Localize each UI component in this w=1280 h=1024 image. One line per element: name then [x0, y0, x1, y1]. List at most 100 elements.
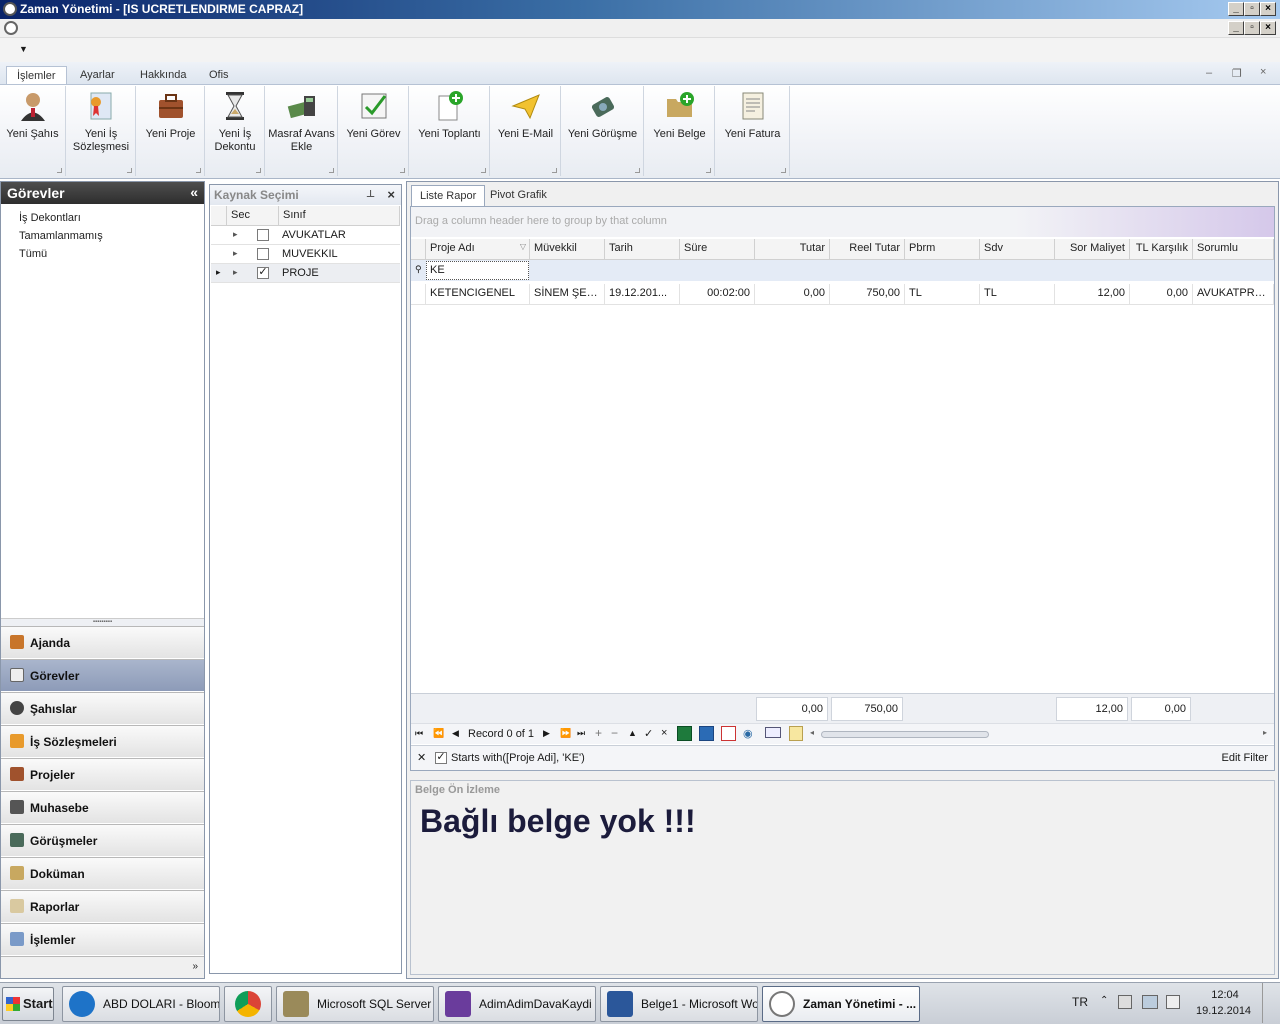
volume-muted-icon[interactable] — [1166, 995, 1180, 1009]
first-record-icon[interactable]: ⏮ — [415, 728, 423, 739]
nav-ajanda[interactable]: Ajanda — [1, 626, 204, 658]
nav-raporlar[interactable]: Raporlar — [1, 890, 204, 922]
kaynak-row[interactable]: ▸ AVUKATLAR — [211, 226, 400, 245]
prev-record-icon[interactable]: ◀ — [452, 728, 459, 739]
col-header-sor-maliyet[interactable]: Sor Maliyet — [1055, 239, 1130, 260]
taskbar-item-ie[interactable]: ABD DOLARI - Bloom... — [62, 986, 220, 1022]
col-header-reel-tutar[interactable]: Reel Tutar — [830, 239, 905, 260]
ribbon-btn-yeni-belge[interactable]: Yeni Belge — [645, 86, 715, 176]
ribbon-btn-yeni-fatura[interactable]: Yeni Fatura — [716, 86, 790, 176]
taskbar-item-zaman-yonetimi[interactable]: Zaman Yönetimi - ... — [762, 986, 920, 1022]
nav-islemler[interactable]: İşlemler — [1, 923, 204, 955]
clock-time[interactable]: 12:04 — [1208, 989, 1242, 1001]
ribbon-minimize-icon[interactable]: – — [1206, 67, 1212, 79]
tree-item-is-dekontlari[interactable]: İş Dekontları — [19, 212, 81, 224]
show-hidden-icons[interactable]: ⌃ — [1100, 995, 1108, 1006]
nav-dokuman[interactable]: Doküman — [1, 857, 204, 889]
ribbon-btn-yeni-proje[interactable]: Yeni Proje — [137, 86, 205, 176]
col-header-sec[interactable]: Sec — [227, 206, 279, 226]
nav-projeler[interactable]: Projeler — [1, 758, 204, 790]
col-header-proje-adi[interactable]: Proje Adı ▽ — [426, 239, 530, 260]
email-icon[interactable] — [765, 727, 781, 738]
horizontal-scrollbar[interactable] — [821, 731, 989, 738]
nav-is-sozlesmeleri[interactable]: İş Sözleşmeleri — [1, 725, 204, 757]
tab-pivot-grafik[interactable]: Pivot Grafik — [482, 185, 555, 206]
remove-icon[interactable]: − — [611, 726, 618, 740]
col-header-sinif[interactable]: Sınıf — [279, 206, 400, 226]
clear-filter-icon[interactable]: ✕ — [417, 751, 426, 764]
col-header-tarih[interactable]: Tarih — [605, 239, 680, 260]
col-header-tutar[interactable]: Tutar — [755, 239, 830, 260]
ribbon-btn-yeni-gorev[interactable]: Yeni Görev — [339, 86, 409, 176]
scroll-right-icon[interactable]: ▸ — [1263, 728, 1267, 737]
col-header-sdv[interactable]: Sdv — [980, 239, 1055, 260]
tab-liste-rapor[interactable]: Liste Rapor — [411, 185, 486, 206]
language-indicator[interactable]: TR — [1072, 995, 1088, 1009]
ribbon-close-icon[interactable]: × — [1260, 66, 1266, 78]
next-record-icon[interactable]: ▶ — [543, 728, 550, 739]
mdi-minimize-button[interactable]: _ — [1228, 21, 1244, 35]
network-icon[interactable] — [1142, 995, 1158, 1009]
ribbon-btn-yeni-is-dekontu[interactable]: Yeni İş Dekontu — [206, 86, 265, 176]
table-row[interactable]: KETENCIGENEL SİNEM ŞENOL 19.12.201... 00… — [411, 284, 1274, 305]
maximize-button[interactable]: ▫ — [1244, 2, 1260, 16]
tab-ofis[interactable]: Ofis — [199, 66, 239, 85]
add-icon[interactable]: + — [595, 726, 602, 740]
taskbar-item-word[interactable]: Belge1 - Microsoft Word — [600, 986, 758, 1022]
last-record-icon[interactable]: ⏭ — [577, 728, 585, 739]
start-button[interactable]: Start — [2, 987, 54, 1021]
taskbar-item-visual-studio[interactable]: AdimAdimDavaKaydi -... — [438, 986, 596, 1022]
close-button[interactable]: × — [1260, 2, 1276, 16]
kaynak-row[interactable]: ▸ MUVEKKIL — [211, 245, 400, 264]
word-export-icon[interactable] — [699, 726, 714, 741]
clock-date[interactable]: 19.12.2014 — [1196, 1005, 1251, 1017]
ribbon-btn-yeni-sahis[interactable]: Yeni Şahıs — [0, 86, 66, 176]
col-header-muvekkil[interactable]: Müvekkil — [530, 239, 605, 260]
preview-icon[interactable]: ◉ — [743, 727, 753, 740]
expand-icon[interactable]: ▸ — [233, 229, 238, 240]
clock-icon[interactable] — [4, 21, 18, 35]
show-desktop-button[interactable] — [1262, 983, 1278, 1023]
ribbon-btn-masraf-avans[interactable]: Masraf Avans Ekle — [266, 86, 338, 176]
taskbar-item-sql-server[interactable]: Microsoft SQL Server ... — [276, 986, 434, 1022]
row-checkbox[interactable] — [257, 229, 269, 241]
edit-icon[interactable] — [789, 726, 803, 741]
edit-filter-link[interactable]: Edit Filter — [1222, 752, 1268, 764]
ribbon-btn-yeni-email[interactable]: Yeni E-Mail — [491, 86, 561, 176]
col-header-sure[interactable]: Süre — [680, 239, 755, 260]
ribbon-restore-icon[interactable]: ❐ — [1232, 67, 1242, 80]
action-center-icon[interactable] — [1118, 995, 1132, 1009]
group-panel[interactable]: Drag a column header here to group by th… — [411, 207, 1274, 237]
minimize-button[interactable]: _ — [1228, 2, 1244, 16]
customize-toolbar-icon[interactable]: ▼ — [19, 44, 28, 54]
pin-icon[interactable]: ⊥ — [366, 189, 375, 200]
col-header-sorumlu[interactable]: Sorumlu — [1193, 239, 1274, 260]
filter-input-proje-adi[interactable]: KE — [426, 261, 529, 280]
mdi-restore-button[interactable]: ▫ — [1244, 21, 1260, 35]
expand-icon[interactable]: ▸ — [233, 267, 238, 278]
col-header-tl-karsilik[interactable]: TL Karşılık — [1130, 239, 1193, 260]
nav-sahislar[interactable]: Şahıslar — [1, 692, 204, 724]
row-checkbox-checked[interactable]: ✓ — [257, 267, 269, 279]
taskbar-item-chrome[interactable] — [224, 986, 272, 1022]
next-page-icon[interactable]: ⏩ — [560, 728, 571, 739]
excel-export-icon[interactable] — [677, 726, 692, 741]
expand-icon[interactable]: ▸ — [233, 248, 238, 259]
ribbon-btn-yeni-toplanti[interactable]: Yeni Toplantı — [410, 86, 490, 176]
nav-gorevler[interactable]: Görevler — [1, 659, 204, 691]
ribbon-btn-yeni-is-sozlesmesi[interactable]: Yeni İş Sözleşmesi — [67, 86, 136, 176]
splitter-handle[interactable]: ▪▪▪▪▪▪▪▪▪ — [1, 618, 204, 626]
collapse-icon[interactable]: « — [190, 184, 198, 200]
tree-item-tumu[interactable]: Tümü — [19, 248, 47, 260]
nav-gorusmeler[interactable]: Görüşmeler — [1, 824, 204, 856]
close-icon[interactable]: × — [387, 187, 395, 202]
col-header-pbrm[interactable]: Pbrm — [905, 239, 980, 260]
tab-ayarlar[interactable]: Ayarlar — [70, 66, 125, 85]
tab-islemler[interactable]: İşlemler — [6, 66, 67, 85]
scroll-left-icon[interactable]: ◂ — [810, 728, 814, 737]
prev-page-icon[interactable]: ⏪ — [433, 728, 444, 739]
mdi-close-button[interactable]: × — [1260, 21, 1276, 35]
check-icon[interactable]: ✓ — [644, 727, 653, 740]
pdf-export-icon[interactable] — [721, 726, 736, 741]
nav-muhasebe[interactable]: Muhasebe — [1, 791, 204, 823]
